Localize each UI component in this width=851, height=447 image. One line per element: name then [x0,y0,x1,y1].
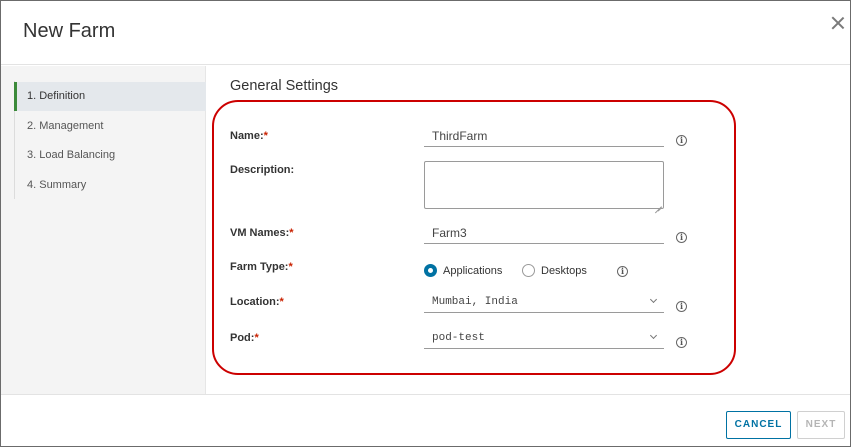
farm-type-info-icon[interactable]: i [617,266,628,277]
radio-selected-icon[interactable] [424,264,437,277]
pod-info-icon[interactable]: i [676,337,687,348]
location-value: Mumbai, India [432,296,518,308]
step-summary[interactable]: 4. Summary [14,171,206,200]
radio-unselected-icon[interactable] [522,264,535,277]
step-load-balancing[interactable]: 3. Load Balancing [14,141,206,170]
location-select[interactable]: Mumbai, India [424,291,664,313]
location-label: Location:* [230,296,284,308]
dialog-footer: CANCEL NEXT [1,394,850,446]
dialog-header: New Farm [1,1,850,65]
desktops-option-label: Desktops [541,265,587,277]
vm-names-input[interactable] [424,222,664,244]
chevron-down-icon [649,331,658,340]
description-label: Description: [230,164,295,176]
pod-label: Pod:* [230,332,259,344]
applications-option-label: Applications [443,265,503,277]
next-button[interactable]: NEXT [797,411,845,439]
name-label: Name:* [230,130,268,142]
required-marker: * [254,332,259,344]
step-definition[interactable]: 1. Definition [14,82,206,111]
dialog-title: New Farm [23,20,116,42]
pod-select[interactable]: pod-test [424,327,664,349]
step-management[interactable]: 2. Management [14,112,206,141]
pod-value: pod-test [432,332,485,344]
farm-type-label: Farm Type:* [230,261,293,273]
required-marker: * [289,227,294,239]
vm-names-info-icon[interactable]: i [676,232,687,243]
required-marker: * [288,261,293,273]
resize-handle-icon[interactable] [655,200,662,207]
section-title: General Settings [230,78,339,94]
name-input[interactable] [424,125,664,147]
description-textarea[interactable] [424,161,664,209]
location-info-icon[interactable]: i [676,301,687,312]
name-info-icon[interactable]: i [676,135,687,146]
close-icon[interactable] [831,16,845,30]
new-farm-dialog: New Farm 1. Definition 2. Management 3. … [0,0,851,447]
chevron-down-icon [649,295,658,304]
wizard-steps-sidebar: 1. Definition 2. Management 3. Load Bala… [1,66,206,394]
required-marker: * [279,296,284,308]
vm-names-label: VM Names:* [230,227,294,239]
required-marker: * [263,130,268,142]
cancel-button[interactable]: CANCEL [726,411,791,439]
